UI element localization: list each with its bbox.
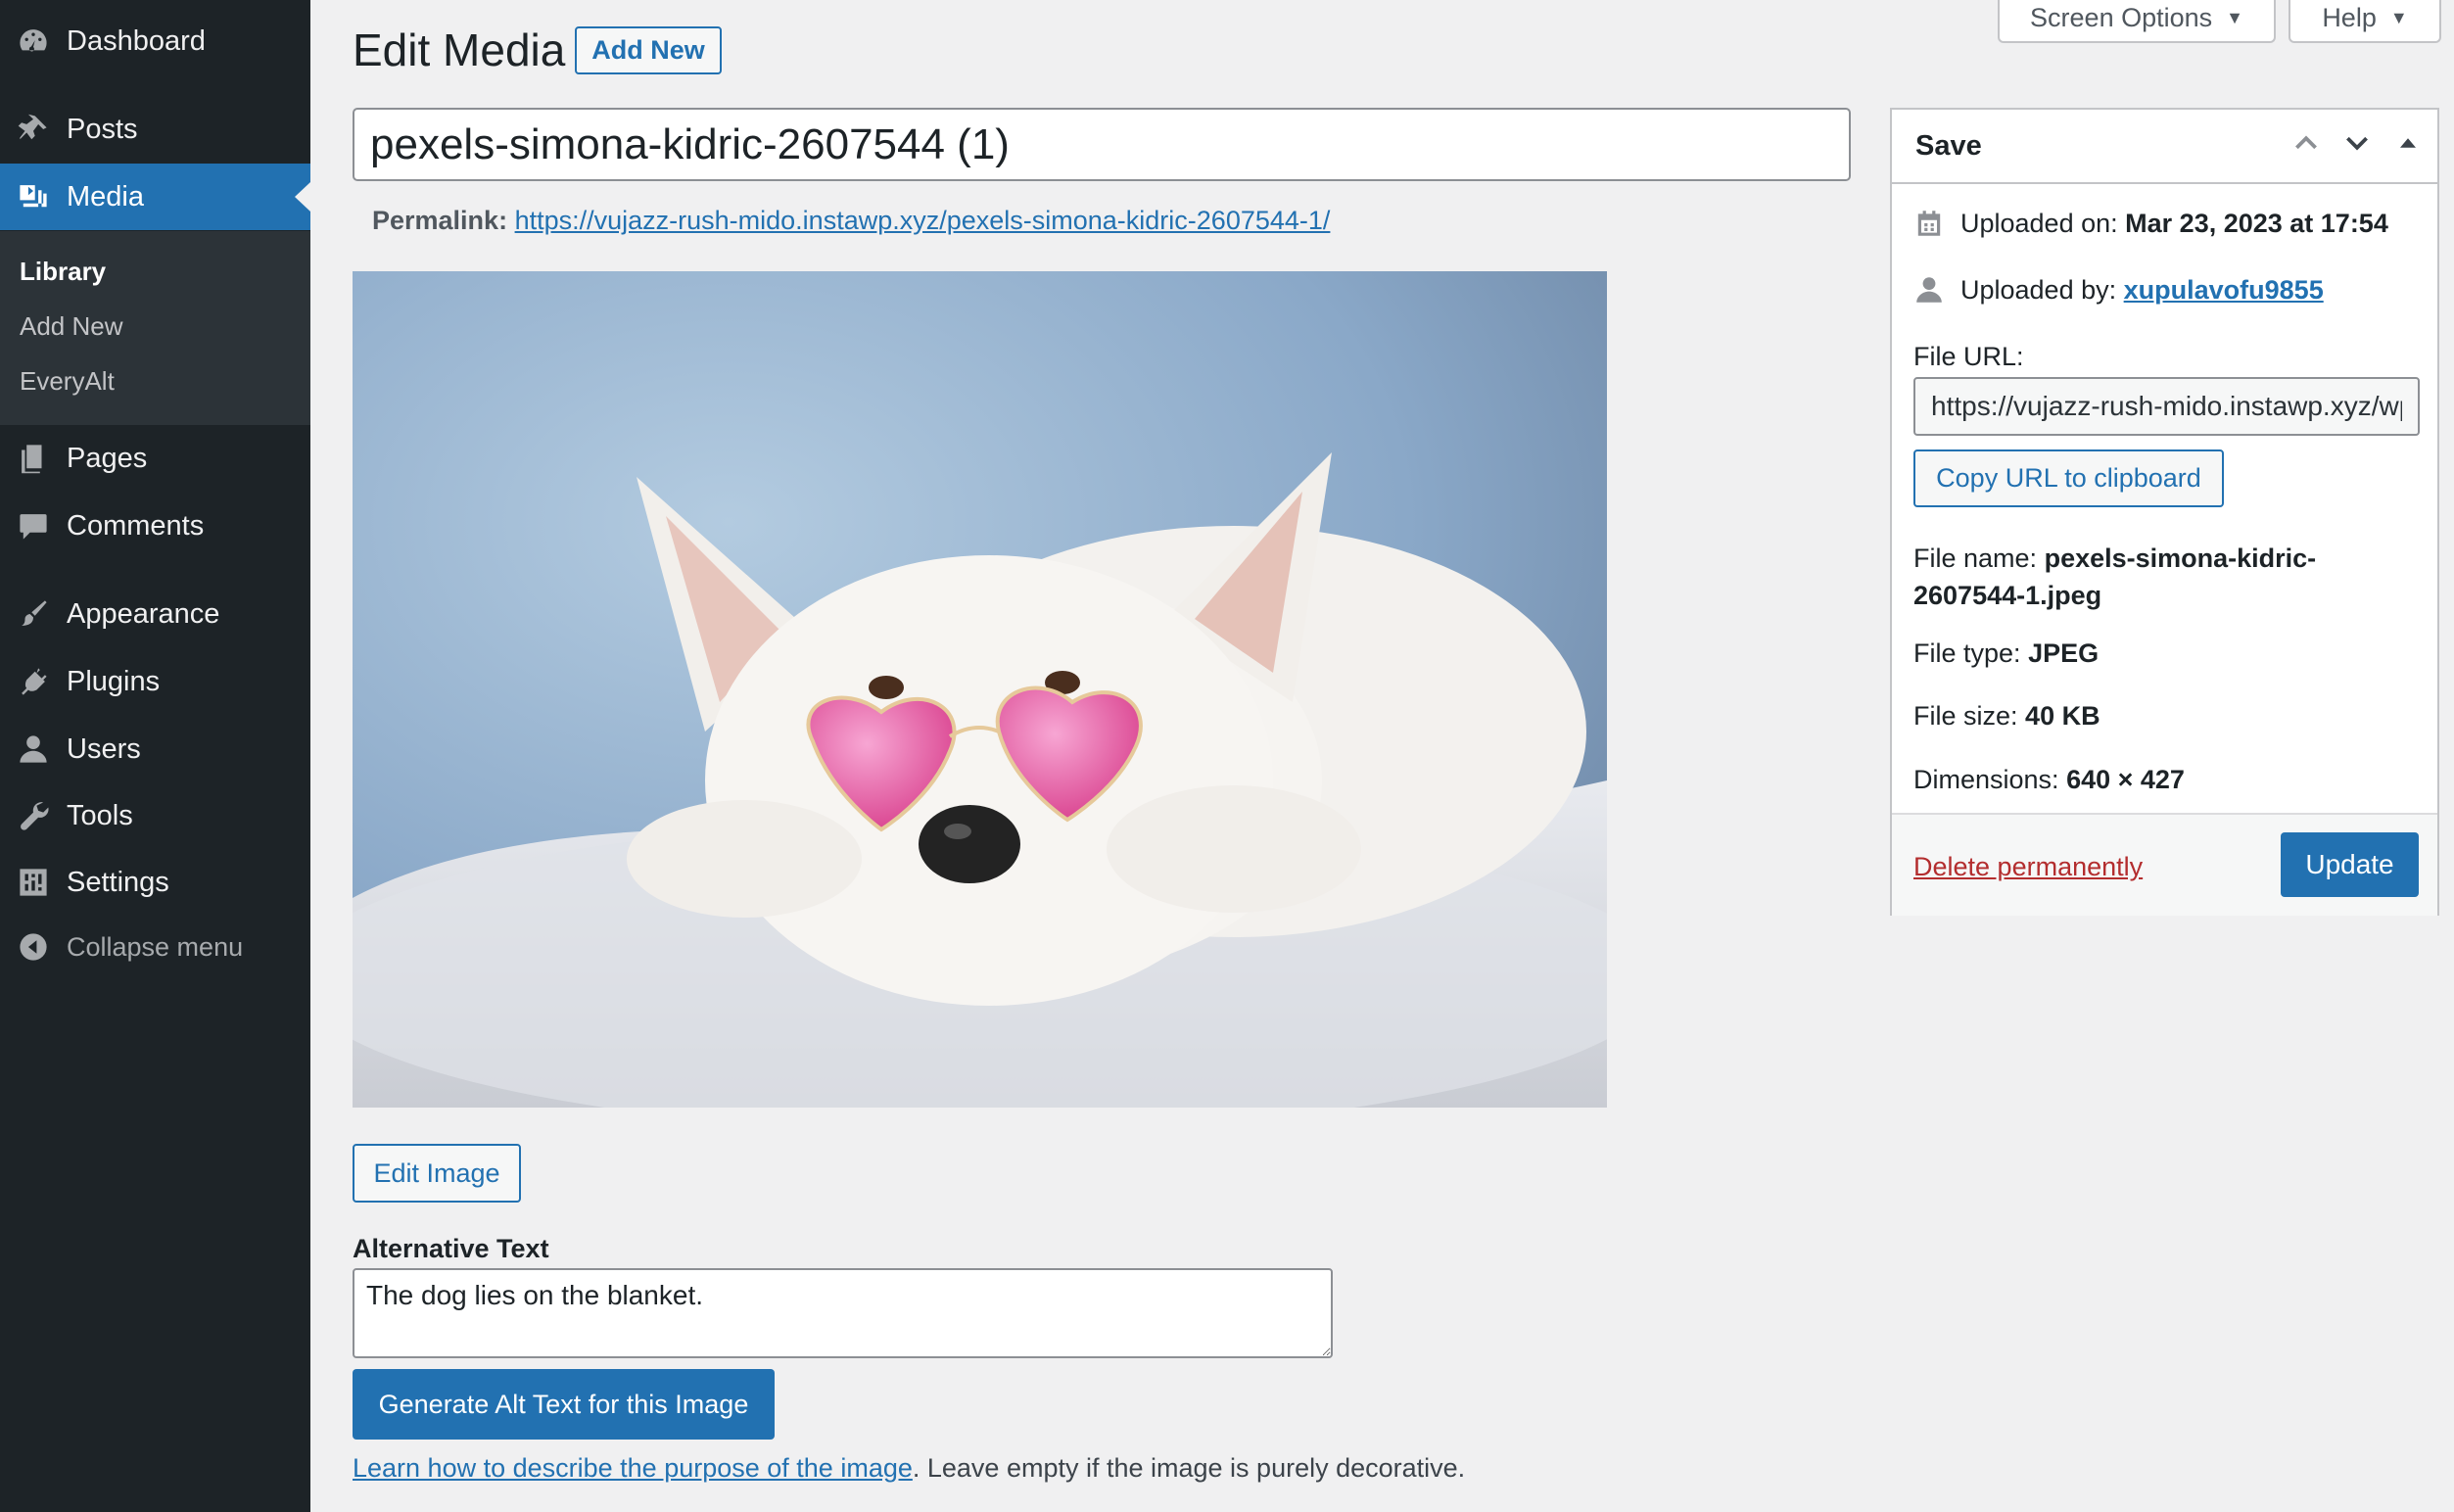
user-icon (1913, 274, 1945, 310)
help-rest: . Leave empty if the image is purely dec… (912, 1453, 1466, 1483)
collapse-label: Collapse menu (67, 931, 244, 962)
file-url-label: File URL: (1913, 342, 2024, 371)
help-button[interactable]: Help ▼ (2289, 0, 2441, 43)
submenu-everyalt[interactable]: EveryAlt (20, 366, 115, 397)
file-size-label: File size: (1913, 701, 2018, 731)
sidebar-item-label: Media (67, 180, 144, 213)
chevron-up-icon[interactable] (2290, 127, 2322, 159)
dashboard-icon (0, 24, 67, 58)
sidebar-item-pages[interactable]: Pages (0, 425, 310, 492)
wrench-icon (0, 799, 67, 832)
pages-icon (0, 442, 67, 475)
plug-icon (0, 665, 67, 698)
pin-icon (0, 113, 67, 146)
media-icon (0, 180, 67, 213)
sidebar-item-plugins[interactable]: Plugins (0, 648, 310, 715)
page-title: Edit Media (353, 24, 566, 75)
dog-photo-illustration (353, 271, 1607, 1108)
caret-down-icon: ▼ (2389, 7, 2408, 27)
sidebar-item-appearance[interactable]: Appearance (0, 581, 310, 647)
edit-image-button[interactable]: Edit Image (353, 1144, 521, 1203)
sidebar-item-label: Tools (67, 799, 133, 831)
generate-alt-text-button[interactable]: Generate Alt Text for this Image (353, 1369, 775, 1440)
screen-options-label: Screen Options (2030, 2, 2213, 32)
save-box-footer: Delete permanently Update (1892, 813, 2437, 916)
screen-options-button[interactable]: Screen Options ▼ (1998, 0, 2276, 43)
copy-url-button[interactable]: Copy URL to clipboard (1913, 449, 2224, 507)
sidebar-item-media[interactable]: Media (0, 164, 310, 230)
delete-permanently-link[interactable]: Delete permanently (1913, 852, 2143, 882)
sidebar-item-label: Plugins (67, 665, 161, 697)
dimensions: Dimensions: 640 × 427 (1913, 765, 2185, 795)
permalink-label: Permalink: (372, 206, 508, 235)
comment-icon (0, 509, 67, 543)
media-image (353, 271, 1607, 1108)
title-input[interactable] (353, 108, 1851, 181)
dimensions-value: 640 × 427 (2066, 765, 2185, 794)
save-box: Save Uploaded on: Mar 23, 2023 at 17:54 … (1890, 108, 2439, 916)
file-name-value-line-2: 2607544-1.jpeg (1913, 581, 2102, 610)
save-box-title: Save (1915, 129, 1982, 162)
sidebar-item-dashboard[interactable]: Dashboard (0, 8, 310, 74)
dimensions-label: Dimensions: (1913, 765, 2059, 794)
uploaded-by-label: Uploaded by: (1960, 275, 2117, 305)
collapse-menu-button[interactable]: Collapse menu (0, 914, 310, 980)
collapse-triangle-icon[interactable] (2392, 127, 2424, 159)
alt-text-label: Alternative Text (353, 1234, 549, 1263)
chevron-down-icon[interactable] (2341, 127, 2373, 159)
brush-icon (0, 597, 67, 631)
sidebar-item-label: Settings (67, 866, 169, 898)
sliders-icon (0, 866, 67, 899)
file-type-label: File type: (1913, 638, 2021, 668)
uploaded-on: Uploaded on: Mar 23, 2023 at 17:54 (1960, 209, 2388, 239)
file-name-label: File name: (1913, 543, 2038, 573)
sidebar-item-label: Dashboard (67, 24, 206, 57)
file-type-value: JPEG (2028, 638, 2100, 668)
caret-down-icon: ▼ (2226, 7, 2243, 27)
add-new-button[interactable]: Add New (575, 26, 722, 74)
uploaded-on-value: Mar 23, 2023 at 17:54 (2125, 209, 2388, 238)
permalink: Permalink: https://vujazz-rush-mido.inst… (372, 206, 1330, 236)
file-url-input[interactable] (1913, 377, 2420, 436)
submenu-library[interactable]: Library (20, 257, 106, 287)
sidebar-item-label: Posts (67, 113, 138, 145)
describe-purpose-link[interactable]: Learn how to describe the purpose of the… (353, 1453, 913, 1483)
sidebar-item-comments[interactable]: Comments (0, 493, 310, 559)
alt-text-help: Learn how to describe the purpose of the… (353, 1453, 1465, 1484)
permalink-link[interactable]: https://vujazz-rush-mido.instawp.xyz/pex… (515, 206, 1331, 235)
media-submenu: Library Add New EveryAlt (0, 231, 310, 425)
sidebar-item-posts[interactable]: Posts (0, 96, 310, 163)
uploaded-by: Uploaded by: xupulavofu9855 (1960, 275, 2324, 306)
save-box-header: Save (1892, 110, 2437, 184)
file-name-value-line-1: pexels-simona-kidric- (2044, 543, 2317, 573)
file-name: File name: pexels-simona-kidric- 2607544… (1913, 540, 2316, 614)
collapse-icon (0, 930, 67, 964)
alt-text-input[interactable]: The dog lies on the blanket. (353, 1268, 1333, 1358)
sidebar-item-tools[interactable]: Tools (0, 782, 310, 849)
sidebar-item-users[interactable]: Users (0, 716, 310, 782)
calendar-icon (1913, 208, 1945, 244)
submenu-add-new[interactable]: Add New (20, 311, 123, 342)
file-size: File size: 40 KB (1913, 701, 2100, 732)
sidebar-item-label: Pages (67, 442, 148, 474)
uploaded-by-link[interactable]: xupulavofu9855 (2124, 275, 2324, 305)
admin-sidebar: Dashboard Posts Media Library Add New Ev… (0, 0, 310, 1512)
file-type: File type: JPEG (1913, 638, 2099, 669)
update-button[interactable]: Update (2281, 832, 2419, 897)
uploaded-on-label: Uploaded on: (1960, 209, 2118, 238)
sidebar-item-label: Users (67, 732, 141, 765)
sidebar-item-settings[interactable]: Settings (0, 849, 310, 916)
sidebar-item-label: Comments (67, 509, 205, 542)
sidebar-item-label: Appearance (67, 597, 220, 630)
user-icon (0, 732, 67, 766)
file-size-value: 40 KB (2025, 701, 2100, 731)
help-label: Help (2322, 2, 2377, 32)
